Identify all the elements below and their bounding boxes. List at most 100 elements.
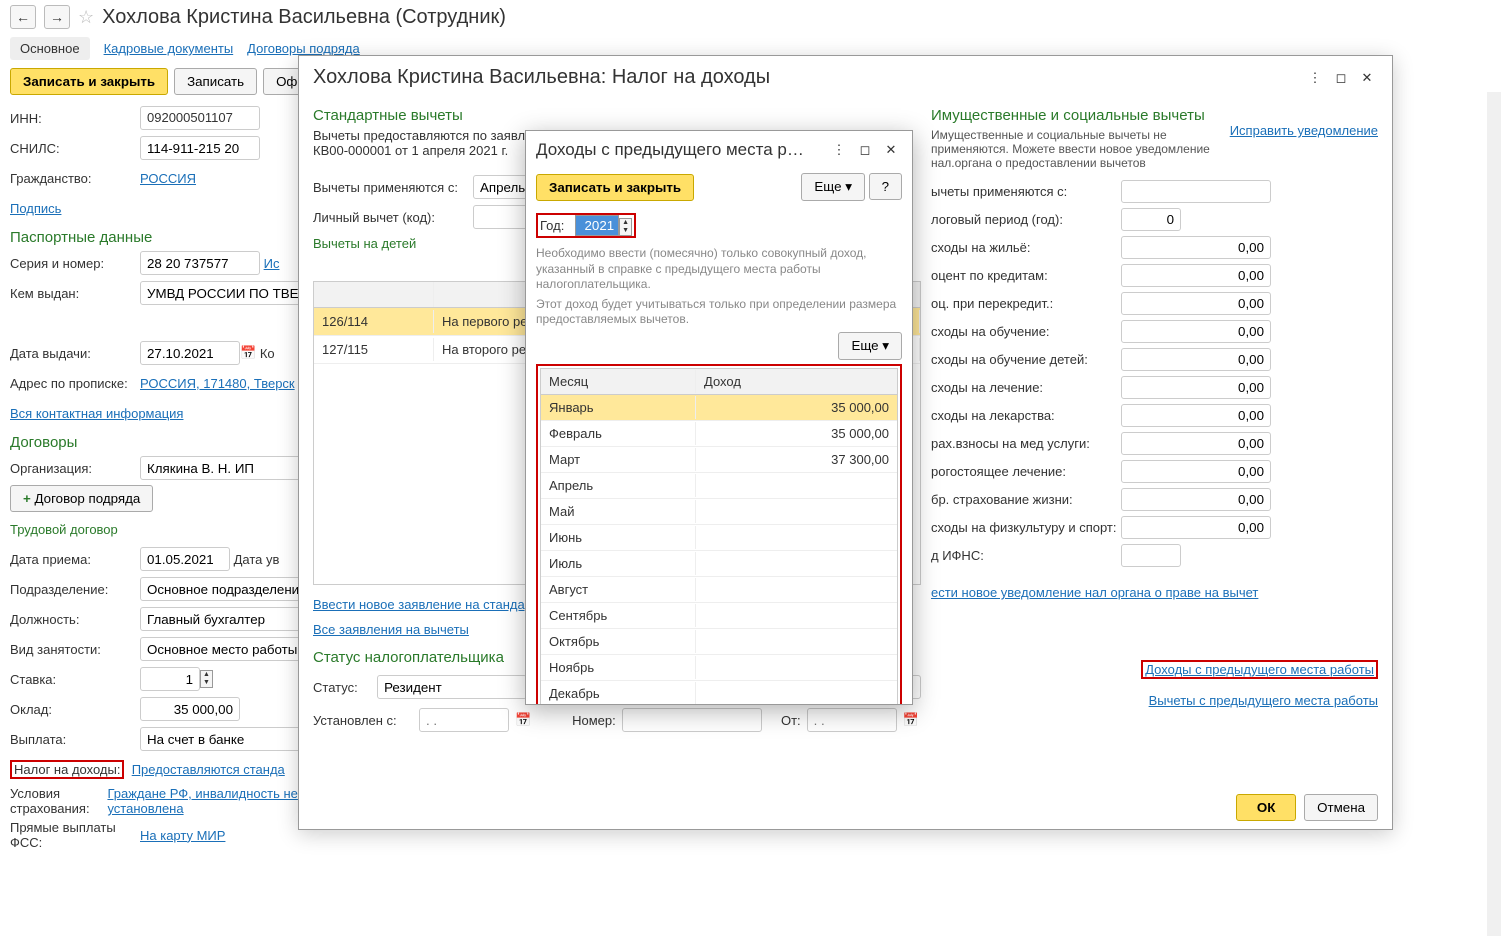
year-input[interactable]: [575, 215, 619, 236]
table-row[interactable]: Декабрь: [541, 681, 897, 704]
salary-input[interactable]: [140, 697, 240, 721]
tab-contracts[interactable]: Договоры подряда: [247, 41, 360, 56]
org-input[interactable]: [140, 456, 310, 480]
issued-by-input[interactable]: [140, 281, 310, 305]
scrollbar[interactable]: [1487, 92, 1501, 936]
issue-date-input[interactable]: [140, 341, 240, 365]
calendar-icon[interactable]: 📅: [515, 712, 531, 728]
r-ifns-input[interactable]: [1121, 544, 1181, 567]
close-icon[interactable]: ✕: [1356, 67, 1378, 89]
expense-input[interactable]: [1121, 432, 1271, 455]
calendar-icon[interactable]: 📅: [240, 345, 256, 361]
expense-input[interactable]: [1121, 404, 1271, 427]
fss-label: Прямые выплаты ФСС:: [10, 820, 140, 850]
set-from-label: Установлен с:: [313, 713, 413, 728]
labor-contract-link[interactable]: Трудовой договор: [10, 522, 118, 537]
maximize-icon[interactable]: ◻: [1330, 67, 1352, 89]
table-row[interactable]: Июль: [541, 551, 897, 577]
r-applied-input[interactable]: [1121, 180, 1271, 203]
prev-deduct-link[interactable]: Вычеты с предыдущего места работы: [1149, 693, 1378, 708]
year-spinner[interactable]: ▲▼: [619, 218, 632, 236]
prev-income-link[interactable]: Доходы с предыдущего места работы: [1145, 662, 1374, 677]
calendar-icon[interactable]: 📅: [903, 712, 919, 728]
address-link[interactable]: РОССИЯ, 171480, Тверск: [140, 376, 295, 391]
tab-main[interactable]: Основное: [10, 37, 90, 60]
expense-input[interactable]: [1121, 516, 1271, 539]
hire-date-label: Дата приема:: [10, 552, 140, 567]
contracts-heading: Договоры: [10, 434, 310, 451]
org-label: Организация:: [10, 461, 140, 476]
status-input[interactable]: [377, 675, 527, 699]
nav-forward-button[interactable]: →: [44, 5, 70, 29]
hire-date-input[interactable]: [140, 547, 230, 571]
citizenship-link[interactable]: РОССИЯ: [140, 171, 196, 186]
table-more-button[interactable]: Еще ▾: [838, 332, 902, 360]
maximize-icon[interactable]: ◻: [854, 139, 876, 161]
table-row[interactable]: Апрель: [541, 473, 897, 499]
nav-back-button[interactable]: ←: [10, 5, 36, 29]
payout-input[interactable]: [140, 727, 310, 751]
close-icon[interactable]: ✕: [880, 139, 902, 161]
income-save-close-button[interactable]: Записать и закрыть: [536, 174, 694, 201]
expense-label: сходы на жильё:: [931, 240, 1121, 255]
favorite-star-icon[interactable]: ☆: [78, 7, 94, 28]
save-button[interactable]: Записать: [174, 68, 257, 95]
inn-value: 092000501107: [140, 106, 260, 130]
emp-type-input[interactable]: [140, 637, 310, 661]
expense-input[interactable]: [1121, 264, 1271, 287]
new-notice-link[interactable]: ести новое уведомление нал органа о прав…: [931, 585, 1258, 600]
expense-input[interactable]: [1121, 320, 1271, 343]
table-row[interactable]: Март37 300,00: [541, 447, 897, 473]
expense-label: сходы на лекарства:: [931, 408, 1121, 423]
snils-input[interactable]: [140, 136, 260, 160]
hire-end-label: Дата ув: [234, 552, 280, 567]
all-statements-link[interactable]: Все заявления на вычеты: [313, 622, 469, 637]
rate-input[interactable]: [140, 667, 200, 691]
table-row[interactable]: Ноябрь: [541, 655, 897, 681]
fix-notice-link[interactable]: Исправить уведомление: [1230, 123, 1378, 138]
series-edit-link[interactable]: Ис: [264, 256, 280, 271]
all-contacts-link[interactable]: Вся контактная информация: [10, 406, 183, 421]
expense-input[interactable]: [1121, 236, 1271, 259]
table-row[interactable]: Июнь: [541, 525, 897, 551]
new-std-statement-link[interactable]: Ввести новое заявление на стандартн: [313, 597, 545, 612]
expense-input[interactable]: [1121, 348, 1271, 371]
table-row[interactable]: Сентябрь: [541, 603, 897, 629]
table-row[interactable]: Январь35 000,00: [541, 395, 897, 421]
tab-hr-docs[interactable]: Кадровые документы: [104, 41, 234, 56]
table-row[interactable]: Октябрь: [541, 629, 897, 655]
rate-spinner[interactable]: ▲▼: [200, 670, 213, 688]
signature-link[interactable]: Подпись: [10, 201, 61, 216]
address-label: Адрес по прописке:: [10, 376, 140, 391]
position-input[interactable]: [140, 607, 310, 631]
table-row[interactable]: Август: [541, 577, 897, 603]
add-contract-button[interactable]: + Договор подряда: [10, 485, 153, 512]
kebab-icon[interactable]: ⋮: [828, 139, 850, 161]
cancel-button[interactable]: Отмена: [1304, 794, 1378, 821]
table-row[interactable]: Февраль35 000,00: [541, 421, 897, 447]
number-label: Номер:: [572, 713, 616, 728]
info-text-1: Необходимо ввести (помесячно) только сов…: [536, 246, 902, 293]
series-input[interactable]: [140, 251, 260, 275]
r-period-input[interactable]: [1121, 208, 1181, 231]
save-close-button[interactable]: Записать и закрыть: [10, 68, 168, 95]
help-button[interactable]: ?: [869, 173, 902, 200]
insurance-link[interactable]: Граждане РФ, инвалидность не установлена: [107, 786, 310, 816]
expense-input[interactable]: [1121, 292, 1271, 315]
set-from-input[interactable]: [419, 708, 509, 732]
kebab-icon[interactable]: ⋮: [1304, 67, 1326, 89]
children-deductions-link[interactable]: Вычеты на детей: [313, 236, 416, 251]
col-month: Месяц: [541, 370, 696, 393]
fss-link[interactable]: На карту МИР: [140, 828, 225, 843]
expense-input[interactable]: [1121, 488, 1271, 511]
from-date-input[interactable]: [807, 708, 897, 732]
expense-input[interactable]: [1121, 376, 1271, 399]
number-input[interactable]: [622, 708, 762, 732]
table-row[interactable]: Май: [541, 499, 897, 525]
dept-input[interactable]: [140, 577, 310, 601]
more-button[interactable]: Еще ▾: [801, 173, 865, 201]
expense-input[interactable]: [1121, 460, 1271, 483]
tax-link[interactable]: Предоставляются станда: [132, 762, 285, 777]
ok-button[interactable]: ОК: [1236, 794, 1296, 821]
income-modal: Доходы с предыдущего места р… ⋮ ◻ ✕ Запи…: [525, 130, 913, 705]
